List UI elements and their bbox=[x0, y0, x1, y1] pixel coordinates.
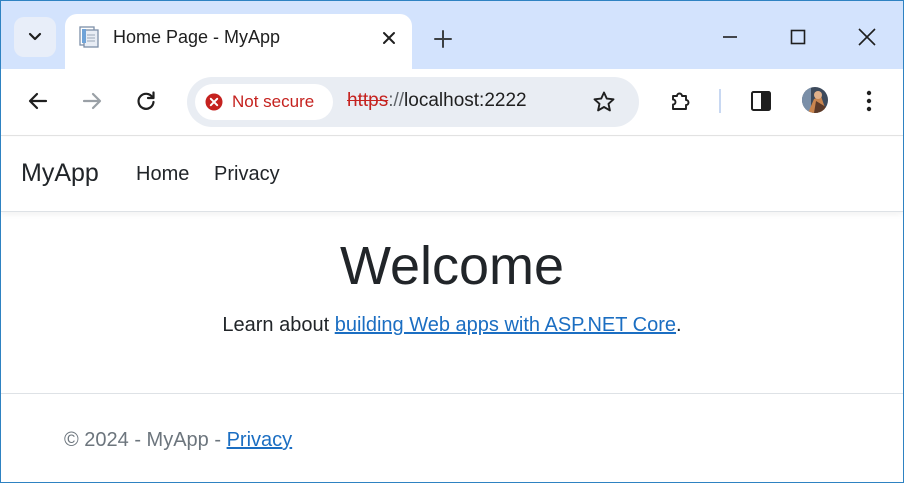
url-text[interactable]: https://localhost:2222 bbox=[347, 90, 527, 112]
site-navbar: MyApp Home Privacy bbox=[1, 137, 903, 212]
profile-avatar-image bbox=[802, 87, 828, 113]
title-bar: Home Page - MyApp bbox=[1, 1, 903, 70]
hero-text-suffix: . bbox=[676, 314, 682, 336]
browser-menu-button[interactable] bbox=[851, 83, 887, 119]
reload-icon bbox=[137, 91, 155, 110]
toolbar-divider bbox=[719, 89, 721, 113]
minimize-button[interactable] bbox=[712, 19, 748, 55]
back-button[interactable] bbox=[20, 83, 56, 119]
maximize-button[interactable] bbox=[780, 19, 816, 55]
minimize-icon bbox=[723, 36, 737, 38]
avatar[interactable] bbox=[802, 87, 828, 113]
side-panel-button[interactable] bbox=[743, 83, 779, 119]
hero-text-prefix: Learn about bbox=[222, 314, 335, 336]
footer-divider bbox=[1, 393, 903, 394]
active-tab[interactable]: Home Page - MyApp bbox=[65, 14, 412, 70]
forward-button[interactable] bbox=[74, 83, 110, 119]
security-indicator[interactable]: Not secure bbox=[195, 84, 333, 120]
side-panel-icon bbox=[751, 91, 771, 111]
web-page: MyApp Home Privacy Welcome Learn about b… bbox=[1, 137, 903, 482]
site-footer: © 2024 - MyApp - Privacy bbox=[64, 429, 292, 452]
nav-link-privacy[interactable]: Privacy bbox=[214, 163, 280, 186]
extensions-button[interactable] bbox=[663, 83, 699, 119]
tab-title: Home Page - MyApp bbox=[113, 27, 281, 47]
chevron-down-icon bbox=[28, 32, 42, 41]
url-host: localhost:2222 bbox=[404, 90, 527, 111]
plus-icon bbox=[434, 30, 452, 48]
close-icon bbox=[383, 32, 395, 44]
puzzle-icon bbox=[672, 92, 690, 110]
hero-text: Learn about building Web apps with ASP.N… bbox=[1, 314, 903, 337]
address-bar[interactable]: Not secure https://localhost:2222 bbox=[187, 77, 639, 127]
url-scheme: https bbox=[347, 90, 389, 111]
browser-window: Home Page - MyApp Not secure https://loc… bbox=[0, 0, 904, 483]
star-icon bbox=[593, 91, 615, 112]
site-brand[interactable]: MyApp bbox=[21, 159, 99, 188]
error-circle-icon bbox=[205, 93, 223, 111]
forward-arrow-icon bbox=[82, 92, 102, 110]
reload-button[interactable] bbox=[128, 83, 164, 119]
page-title: Welcome bbox=[339, 236, 565, 296]
new-tab-button[interactable] bbox=[429, 25, 457, 53]
nav-link-home[interactable]: Home bbox=[136, 163, 189, 186]
url-separator: :// bbox=[388, 90, 405, 111]
back-arrow-icon bbox=[28, 92, 48, 110]
tab-search-button[interactable] bbox=[14, 17, 56, 57]
page-favicon-icon bbox=[79, 26, 99, 48]
maximize-icon bbox=[790, 29, 806, 45]
close-icon bbox=[858, 28, 876, 46]
tab-close-button[interactable] bbox=[377, 26, 401, 50]
footer-privacy-link[interactable]: Privacy bbox=[227, 429, 293, 451]
aspnet-docs-link[interactable]: building Web apps with ASP.NET Core bbox=[335, 314, 676, 336]
security-label: Not secure bbox=[232, 92, 315, 111]
browser-toolbar: Not secure https://localhost:2222 bbox=[1, 69, 903, 136]
bookmark-button[interactable] bbox=[587, 85, 621, 119]
more-vertical-icon bbox=[866, 90, 872, 112]
close-window-button[interactable] bbox=[849, 19, 885, 55]
footer-copyright: © 2024 - MyApp - bbox=[64, 429, 227, 451]
